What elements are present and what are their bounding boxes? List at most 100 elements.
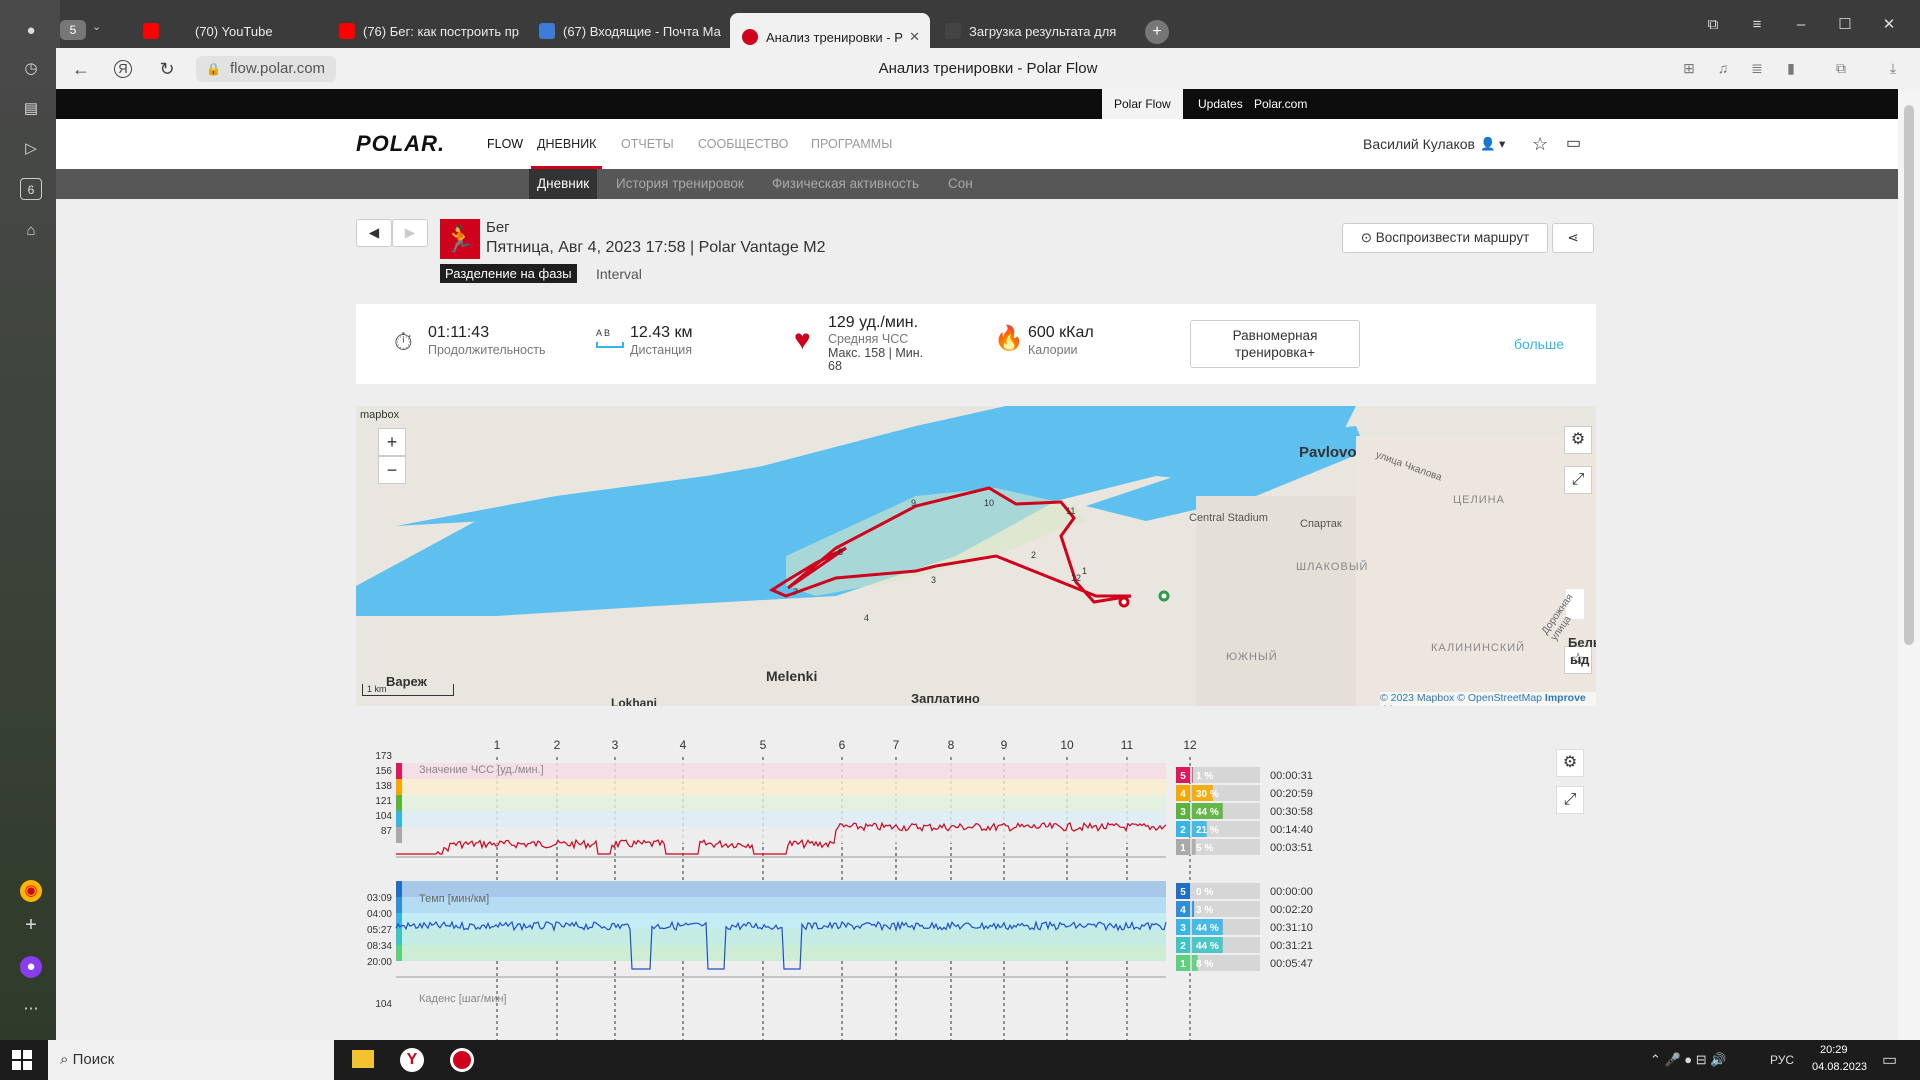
hr-zone-pct: 1 % bbox=[1196, 771, 1213, 782]
windows-start-icon[interactable] bbox=[12, 1050, 32, 1070]
maximize-icon[interactable]: ☐ bbox=[1830, 10, 1860, 40]
place-label: КАЛИНИНСКИЙ bbox=[1431, 642, 1526, 654]
pace-zone-number: 3 bbox=[1180, 923, 1186, 934]
explorer-icon[interactable] bbox=[352, 1050, 374, 1068]
graph-expand-icon[interactable]: ⤢ bbox=[1556, 786, 1584, 814]
page-scrollbar[interactable] bbox=[1898, 89, 1920, 1040]
prev-session-button[interactable]: ◀ bbox=[356, 219, 392, 247]
next-session-button[interactable]: ▶ bbox=[392, 219, 428, 247]
pace-zone-time: 00:31:10 bbox=[1270, 922, 1313, 934]
hr-zone-number: 5 bbox=[1180, 771, 1186, 782]
browser-tab[interactable]: (67) Входящие - Почта Ма bbox=[525, 13, 725, 49]
user-dropdown-icon[interactable]: 👤 ▾ bbox=[1480, 119, 1505, 169]
pace-zone-band bbox=[396, 929, 1166, 945]
place-label: Pavlovo bbox=[1299, 444, 1357, 461]
collections-page-icon[interactable]: ⧉ bbox=[1832, 60, 1850, 78]
favorites-star-icon[interactable]: ☆ bbox=[1532, 119, 1548, 169]
nav-reports[interactable]: ОТЧЕТЫ bbox=[621, 119, 674, 169]
pace-zone-time: 00:05:47 bbox=[1270, 958, 1313, 970]
browser-tab[interactable]: Загрузка результата для bbox=[935, 13, 1135, 49]
share-button[interactable]: ⋖ bbox=[1552, 223, 1594, 253]
replay-route-button[interactable]: ⊙ Воспроизвести маршрут bbox=[1342, 223, 1548, 253]
heart-icon: ♥ bbox=[794, 324, 811, 355]
close-tab-icon[interactable]: ✕ bbox=[909, 29, 920, 45]
screenshot-icon[interactable]: ⌂ bbox=[20, 220, 42, 242]
download-icon[interactable]: ⤓ bbox=[1884, 60, 1902, 78]
more-link[interactable]: больше bbox=[1514, 336, 1564, 352]
youtube-icon bbox=[339, 23, 355, 39]
play-circle-icon: ⊙ bbox=[1360, 230, 1376, 245]
subnav-history[interactable]: История тренировок bbox=[608, 169, 752, 199]
extensions-icon[interactable]: ⊞ bbox=[1680, 60, 1698, 78]
bookmark-icon[interactable]: ▮ bbox=[1782, 60, 1800, 78]
subnav-diary[interactable]: Дневник bbox=[529, 169, 598, 199]
lap-label: 2 bbox=[554, 738, 561, 752]
close-window-icon[interactable]: ✕ bbox=[1874, 10, 1904, 40]
link-polar-flow[interactable]: Polar Flow bbox=[1102, 89, 1183, 119]
scrollbar-thumb[interactable] bbox=[1904, 105, 1914, 645]
language-indicator[interactable]: РУС bbox=[1770, 1053, 1794, 1067]
tray-icons[interactable]: ⌃ 🎤 ● ⊟ 🔊 bbox=[1650, 1052, 1726, 1068]
notifications-icon[interactable]: ▭ bbox=[1882, 1050, 1897, 1070]
history-icon[interactable]: ◷ bbox=[20, 58, 42, 80]
map-expand-icon[interactable]: ⤢ bbox=[1564, 466, 1592, 494]
add-icon[interactable]: + bbox=[20, 914, 42, 936]
place-label: Lokhani bbox=[611, 696, 658, 706]
bookmark-window-icon[interactable]: ⧉ bbox=[1698, 10, 1728, 40]
hr-chart-label: Значение ЧСС [уд./мин.] bbox=[419, 764, 544, 776]
hr-maxmin: Макс. 158 | Мин. bbox=[828, 346, 924, 360]
browser-tab[interactable]: (70) YouTube bbox=[125, 13, 325, 49]
pace-zone-strip bbox=[396, 945, 402, 961]
hr-tick: 173 bbox=[375, 751, 392, 762]
minimize-icon[interactable]: – bbox=[1786, 10, 1816, 40]
subnav-sleep[interactable]: Сон bbox=[940, 169, 981, 199]
tab-count-badge[interactable]: 5 bbox=[60, 20, 86, 40]
collections-icon[interactable]: ▤ bbox=[20, 98, 42, 120]
alice-icon[interactable]: ◉ bbox=[20, 880, 42, 902]
route-marker: 3 bbox=[931, 575, 937, 585]
page-title: Анализ тренировки - Polar Flow bbox=[878, 60, 1098, 77]
flow-link[interactable]: FLOW bbox=[487, 119, 523, 169]
hr-zone-time: 00:03:51 bbox=[1270, 842, 1313, 854]
yandex-browser-icon[interactable]: Y bbox=[400, 1048, 424, 1072]
hr-zone-strip bbox=[396, 763, 402, 779]
tabs-dropdown-icon[interactable]: ⌄ bbox=[92, 20, 101, 33]
play-icon[interactable]: ▷ bbox=[20, 138, 42, 160]
profile-icon[interactable]: ● bbox=[20, 20, 42, 42]
place-label: Melenki bbox=[766, 668, 818, 684]
zoom-in-button[interactable]: + bbox=[378, 428, 406, 456]
user-name[interactable]: Василий Кулаков bbox=[1363, 119, 1475, 169]
browser-tab[interactable]: (76) Бег: как построить пр bbox=[325, 13, 525, 49]
polar-logo[interactable]: POLAR. bbox=[356, 131, 445, 157]
menu-icon[interactable]: ≡ bbox=[1742, 10, 1772, 40]
reader-icon[interactable]: ≣ bbox=[1748, 60, 1766, 78]
route-map[interactable]: mapbox + − ⚙ ⤢ ☆ Pavlovo Central Stadium… bbox=[356, 406, 1596, 706]
nav-programs[interactable]: ПРОГРАММЫ bbox=[811, 119, 892, 169]
map-settings-icon[interactable]: ⚙ bbox=[1564, 426, 1592, 454]
more-icon[interactable]: ⋯ bbox=[20, 998, 42, 1020]
route-marker: 11 bbox=[1066, 506, 1076, 516]
training-benefit-button[interactable]: Равномерная тренировка+ bbox=[1190, 320, 1360, 368]
clock-time[interactable]: 20:29 bbox=[1820, 1044, 1848, 1056]
new-tab-button[interactable]: + bbox=[1145, 20, 1169, 44]
link-polar-com[interactable]: Polar.com bbox=[1242, 89, 1319, 119]
stopwatch-icon: ⏱ bbox=[394, 329, 413, 356]
assistant-icon[interactable]: ● bbox=[20, 956, 42, 978]
hr-zone-number: 3 bbox=[1180, 807, 1186, 818]
distance-ruler-icon bbox=[596, 342, 624, 348]
nav-diary[interactable]: ДНЕВНИК bbox=[530, 119, 603, 169]
headphones-icon[interactable]: ♫ bbox=[1714, 60, 1732, 78]
distance-label: Дистанция bbox=[630, 343, 693, 357]
taskbar-search[interactable]: ⌕ Поиск bbox=[48, 1040, 334, 1080]
map-attribution[interactable]: © 2023 Mapbox © OpenStreetMap Improve th… bbox=[1380, 692, 1596, 706]
clock-date[interactable]: 04.08.2023 bbox=[1812, 1061, 1867, 1073]
zoom-out-button[interactable]: − bbox=[378, 456, 406, 484]
nav-community[interactable]: СООБЩЕСТВО bbox=[698, 119, 788, 169]
sync-device-icon[interactable]: ▭ bbox=[1566, 119, 1581, 169]
graph-settings-icon[interactable]: ⚙ bbox=[1556, 749, 1584, 777]
polar-app-icon[interactable] bbox=[450, 1048, 474, 1072]
pace-tick: 05:27 bbox=[367, 925, 392, 936]
lap-label: 6 bbox=[839, 738, 846, 752]
subnav-activity[interactable]: Физическая активность bbox=[764, 169, 927, 199]
counter-icon[interactable]: 6 bbox=[20, 178, 42, 200]
